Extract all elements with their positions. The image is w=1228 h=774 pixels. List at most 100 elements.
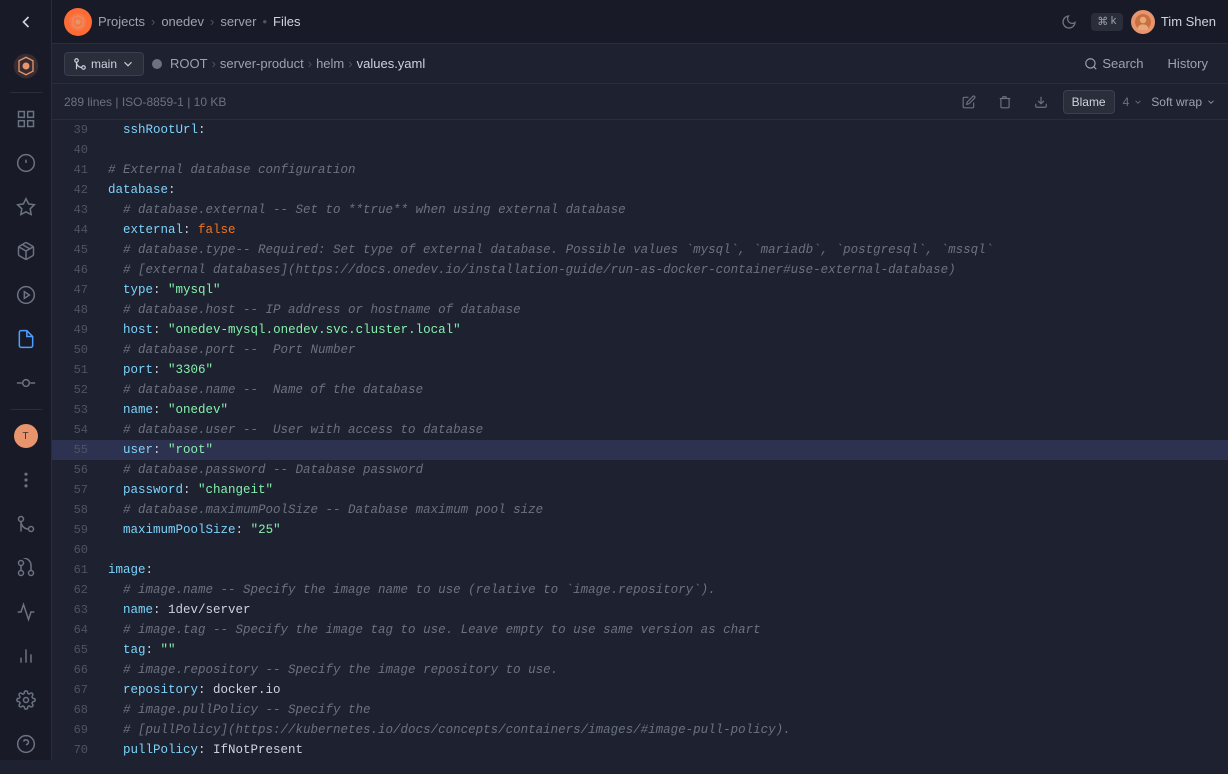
line-code: host: "onedev-mysql.onedev.svc.cluster.l… [100,320,1228,340]
sidebar-item-dashboard[interactable] [0,97,52,141]
search-button[interactable]: Search [1076,52,1151,75]
line-code: # database.external -- Set to **true** w… [100,200,1228,220]
line-code: maximumPoolSize: "25" [100,520,1228,540]
table-row: 61image: [52,560,1228,580]
line-number: 51 [52,360,100,380]
line-number: 67 [52,680,100,700]
indent-control[interactable]: 4 [1123,95,1144,109]
table-row: 52 # database.name -- Name of the databa… [52,380,1228,400]
sidebar-item-builds[interactable] [0,185,52,229]
nav-sep-1: › [151,14,155,29]
file-bar: main ROOT › server-product › helm › valu… [52,44,1228,84]
line-code: # database.port -- Port Number [100,340,1228,360]
topbar-user[interactable]: Tim Shen [1131,10,1216,34]
table-row: 41# External database configuration [52,160,1228,180]
topbar-username: Tim Shen [1161,14,1216,29]
nav-page: Files [273,14,300,29]
nav-sep-3: • [262,14,267,29]
line-number: 62 [52,580,100,600]
line-code: password: "changeit" [100,480,1228,500]
nav-org[interactable]: onedev [161,14,204,29]
sidebar-item-issues[interactable] [0,141,52,185]
sidebar-item-help[interactable] [0,722,52,766]
shortcut-cmd: ⌘ [1097,15,1108,29]
line-number: 70 [52,740,100,760]
file-path: ROOT › server-product › helm › values.ya… [170,56,425,71]
table-row: 49 host: "onedev-mysql.onedev.svc.cluste… [52,320,1228,340]
table-row: 42database: [52,180,1228,200]
sidebar-item-pull-requests[interactable] [0,546,52,590]
shortcut-key: k [1110,16,1117,28]
branch-selector[interactable]: main [64,52,144,76]
table-row: 62 # image.name -- Specify the image nam… [52,580,1228,600]
line-code: # image.name -- Specify the image name t… [100,580,1228,600]
sidebar-item-more[interactable] [0,458,52,502]
table-row: 48 # database.host -- IP address or host… [52,300,1228,320]
theme-toggle-btn[interactable] [1055,8,1083,36]
line-code: # image.tag -- Specify the image tag to … [100,620,1228,640]
table-row: 66 # image.repository -- Specify the ima… [52,660,1228,680]
file-bar-right: Search History [1076,52,1216,75]
line-number: 58 [52,500,100,520]
line-number: 56 [52,460,100,480]
sidebar-item-files[interactable] [0,317,52,361]
sidebar-divider-1 [10,92,42,93]
table-row: 58 # database.maximumPoolSize -- Databas… [52,500,1228,520]
topbar-brand[interactable] [64,8,92,36]
line-number: 52 [52,380,100,400]
table-row: 40 [52,140,1228,160]
line-code: image: [100,560,1228,580]
line-code: type: "mysql" [100,280,1228,300]
history-button[interactable]: History [1160,52,1216,75]
line-code: # database.host -- IP address or hostnam… [100,300,1228,320]
line-number: 60 [52,540,100,560]
delete-button[interactable] [991,88,1019,116]
line-code: user: "root" [100,440,1228,460]
table-row: 70 pullPolicy: IfNotPresent [52,740,1228,760]
soft-wrap-button[interactable]: Soft wrap [1151,95,1216,109]
line-code: # image.repository -- Specify the image … [100,660,1228,680]
table-row: 57 password: "changeit" [52,480,1228,500]
line-code: name: 1dev/server [100,600,1228,620]
sidebar-item-commits[interactable] [0,361,52,405]
sidebar-divider-2 [10,409,42,410]
sidebar-item-settings[interactable] [0,678,52,722]
path-helm[interactable]: helm [316,56,344,71]
line-code: tag: "" [100,640,1228,660]
line-code: # database.name -- Name of the database [100,380,1228,400]
nav-projects[interactable]: Projects [98,14,145,29]
blame-label: Blame [1072,95,1106,109]
line-code: # database.type-- Required: Set type of … [100,240,1228,260]
nav-sep-2: › [210,14,214,29]
line-code: database: [100,180,1228,200]
edit-button[interactable] [955,88,983,116]
topbar-right: ⌘ k Tim Shen [1055,8,1216,36]
table-row: 69 # [pullPolicy](https://kubernetes.io/… [52,720,1228,740]
code-area[interactable]: 39 sshRootUrl:40 41# External database c… [52,120,1228,760]
path-server-product[interactable]: server-product [220,56,304,71]
topbar-avatar [1131,10,1155,34]
line-code: # database.user -- User with access to d… [100,420,1228,440]
sidebar-item-analytics[interactable] [0,634,52,678]
line-code: name: "onedev" [100,400,1228,420]
line-number: 44 [52,220,100,240]
sidebar-logo[interactable] [0,44,52,88]
sidebar-top: T [0,0,51,722]
line-number: 49 [52,320,100,340]
sidebar-item-source-control[interactable] [0,502,52,546]
path-root[interactable]: ROOT [170,56,208,71]
line-code [100,140,1228,160]
blame-button[interactable]: Blame [1063,90,1115,114]
sidebar-item-pipelines[interactable] [0,273,52,317]
line-number: 48 [52,300,100,320]
sidebar-item-packages[interactable] [0,229,52,273]
topbar: Projects › onedev › server • Files ⌘ k [52,0,1228,44]
sidebar: T [0,0,52,760]
sidebar-item-toggle[interactable] [0,0,52,44]
line-code: # image.pullPolicy -- Specify the [100,700,1228,720]
download-button[interactable] [1027,88,1055,116]
nav-repo[interactable]: server [220,14,256,29]
sidebar-item-avatar-user[interactable]: T [0,414,52,458]
commit-indicator [152,59,162,69]
sidebar-item-deployments[interactable] [0,590,52,634]
